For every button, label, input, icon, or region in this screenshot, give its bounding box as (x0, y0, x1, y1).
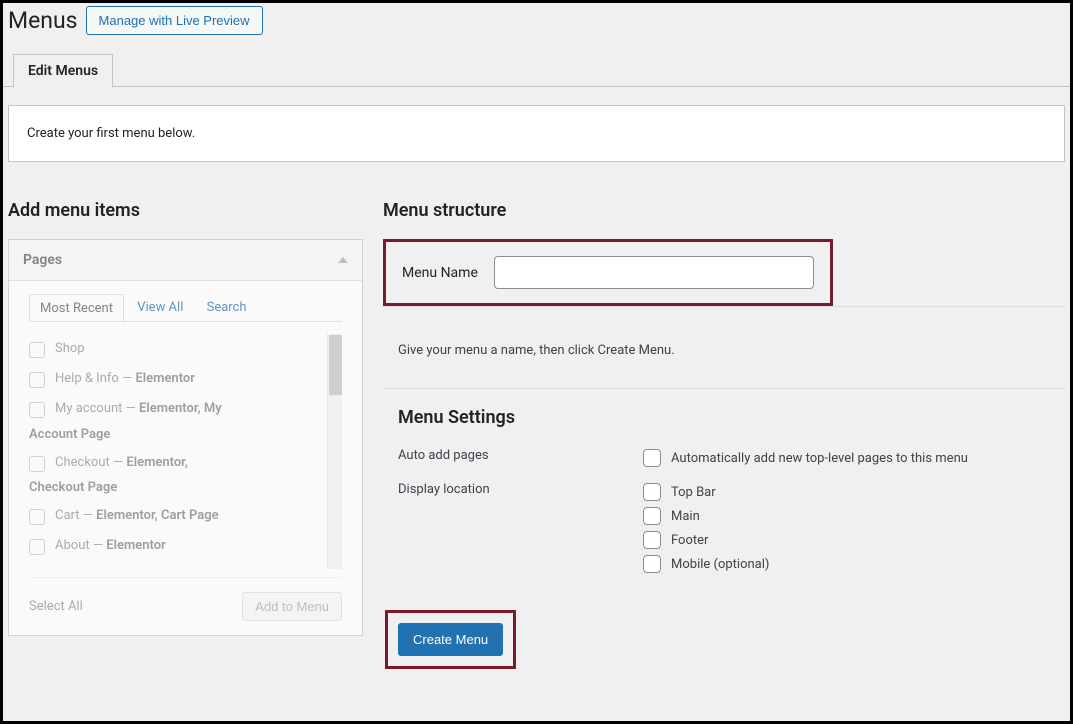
manage-live-preview-button[interactable]: Manage with Live Preview (86, 6, 263, 35)
location-checkbox-main[interactable] (643, 507, 661, 525)
page-meta: Elementor (135, 371, 195, 386)
page-meta: Elementor, (126, 455, 188, 470)
location-checkbox-topbar[interactable] (643, 483, 661, 501)
page-meta: Elementor (106, 538, 166, 553)
pages-accordion-toggle[interactable]: Pages (9, 240, 362, 281)
notice-text: Create your first menu below. (27, 126, 195, 141)
location-topbar: Top Bar (671, 485, 716, 500)
checkbox-icon[interactable] (29, 509, 45, 525)
page-label: My account (55, 401, 122, 416)
tab-most-recent[interactable]: Most Recent (29, 294, 124, 323)
checkbox-icon[interactable] (29, 342, 45, 358)
pages-list: Shop Help & Info — Elementor My account … (29, 334, 342, 569)
page-meta-wrap: Checkout Page (29, 480, 324, 495)
checkbox-icon[interactable] (29, 456, 45, 472)
location-checkbox-mobile[interactable] (643, 555, 661, 573)
add-menu-items-heading: Add menu items (8, 200, 363, 221)
location-checkbox-footer[interactable] (643, 531, 661, 549)
list-item[interactable]: About — Elementor (29, 531, 324, 561)
collapse-icon (338, 257, 348, 263)
create-menu-button[interactable]: Create Menu (398, 623, 503, 656)
tab-view-all[interactable]: View All (127, 294, 193, 321)
menu-name-label: Menu Name (402, 265, 478, 281)
auto-add-option-text: Automatically add new top-level pages to… (671, 451, 968, 466)
scrollbar[interactable] (327, 334, 342, 569)
menu-instruction: Give your menu a name, then click Create… (383, 323, 1065, 388)
pages-accordion: Pages Most Recent View All Search Shop (8, 239, 363, 636)
page-label: Checkout (55, 455, 110, 470)
page-label: Cart (55, 508, 80, 523)
list-item[interactable]: My account — Elementor, My (29, 394, 324, 424)
pages-accordion-title: Pages (23, 252, 62, 268)
menu-name-input[interactable] (494, 256, 814, 289)
location-footer: Footer (671, 533, 708, 548)
list-item[interactable]: Shop (29, 334, 324, 364)
page-title: Menus (8, 7, 78, 34)
scrollbar-thumb[interactable] (329, 335, 342, 395)
menu-structure-heading: Menu structure (383, 200, 1065, 221)
auto-add-checkbox[interactable] (643, 449, 661, 467)
display-location-label: Display location (398, 480, 643, 576)
checkbox-icon[interactable] (29, 402, 45, 418)
page-meta: Elementor, Cart Page (96, 508, 219, 523)
create-menu-highlight: Create Menu (385, 610, 516, 669)
notice-box: Create your first menu below. (8, 105, 1065, 162)
location-mobile: Mobile (optional) (671, 557, 769, 572)
list-item[interactable]: Help & Info — Elementor (29, 364, 324, 394)
menu-tabs: Edit Menus (3, 35, 1070, 87)
list-item[interactable]: Cart — Elementor, Cart Page (29, 501, 324, 531)
add-to-menu-button[interactable]: Add to Menu (242, 592, 342, 621)
tab-search[interactable]: Search (197, 294, 257, 321)
menu-settings-heading: Menu Settings (398, 407, 1065, 428)
location-main: Main (671, 509, 700, 524)
page-meta: Elementor, My (139, 401, 222, 416)
page-label: Shop (55, 340, 85, 358)
pages-inner-tabs: Most Recent View All Search (29, 293, 342, 322)
auto-add-label: Auto add pages (398, 446, 643, 470)
page-label: About (55, 538, 90, 553)
checkbox-icon[interactable] (29, 372, 45, 388)
checkbox-icon[interactable] (29, 539, 45, 555)
select-all-link[interactable]: Select All (29, 599, 83, 614)
list-item[interactable]: Checkout — Elementor, (29, 448, 324, 478)
page-meta-wrap: Account Page (29, 427, 324, 442)
menu-name-highlight: Menu Name (383, 239, 833, 306)
tab-edit-menus[interactable]: Edit Menus (13, 54, 113, 88)
page-label: Help & Info (55, 371, 119, 386)
